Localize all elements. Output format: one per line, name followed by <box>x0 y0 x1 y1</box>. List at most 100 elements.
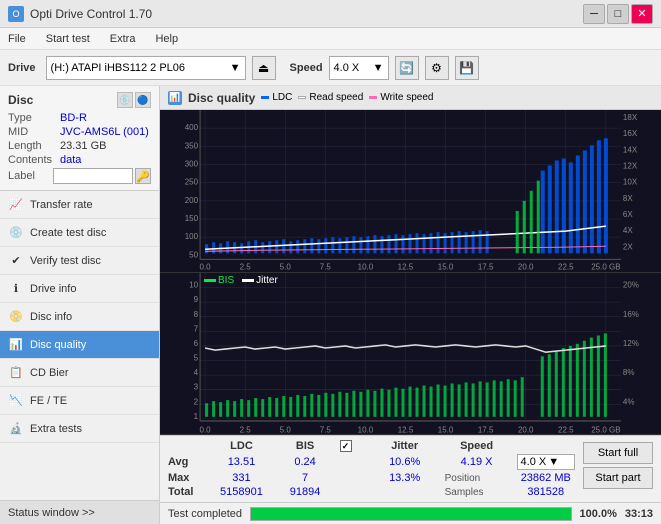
close-button[interactable]: ✕ <box>631 4 653 24</box>
jitter-checkbox[interactable]: ✓ <box>340 440 352 452</box>
svg-text:7.5: 7.5 <box>320 262 332 271</box>
svg-text:12.5: 12.5 <box>398 262 414 271</box>
max-spacer <box>336 471 369 485</box>
nav-transfer-rate[interactable]: 📈 Transfer rate <box>0 191 159 219</box>
svg-text:8: 8 <box>194 309 199 318</box>
svg-text:5.0: 5.0 <box>280 262 292 271</box>
svg-text:2: 2 <box>194 397 199 406</box>
mid-value: JVC-AMS6L (001) <box>60 126 149 138</box>
refresh-button[interactable]: 🔄 <box>395 56 419 80</box>
svg-text:200: 200 <box>185 196 199 205</box>
svg-text:22.5: 22.5 <box>558 425 574 434</box>
col-header-empty <box>164 439 208 453</box>
svg-text:5.0: 5.0 <box>280 425 292 434</box>
svg-text:16X: 16X <box>623 129 638 138</box>
label-icon-btn[interactable]: 🔑 <box>135 168 151 184</box>
svg-text:25.0 GB: 25.0 GB <box>591 262 620 271</box>
total-jitter-empty <box>369 485 441 499</box>
nav-verify-test-disc[interactable]: ✔ Verify test disc <box>0 247 159 275</box>
speed-label: Speed <box>290 62 323 74</box>
menu-start-test[interactable]: Start test <box>42 31 94 47</box>
svg-text:7: 7 <box>194 324 199 333</box>
drive-info-icon: ℹ <box>8 281 24 297</box>
progress-area: Test completed 100.0% 33:13 <box>160 502 661 524</box>
max-position-val: 23862 MB <box>513 471 579 485</box>
nav-disc-quality[interactable]: 📊 Disc quality <box>0 331 159 359</box>
avg-label: Avg <box>164 453 208 471</box>
transfer-rate-icon: 📈 <box>8 197 24 213</box>
app-title: Opti Drive Control 1.70 <box>30 7 152 21</box>
legend-read-speed: Read speed <box>298 92 363 103</box>
svg-text:2X: 2X <box>623 242 633 251</box>
create-test-disc-icon: 💿 <box>8 225 24 241</box>
col-header-ldc: LDC <box>208 439 274 453</box>
nav-cd-bier[interactable]: 📋 CD Bier <box>0 359 159 387</box>
type-label: Type <box>8 112 60 124</box>
col-header-speed-val <box>513 439 579 453</box>
ldc-legend-label: LDC <box>272 92 292 103</box>
max-bis: 7 <box>275 471 336 485</box>
drive-selector[interactable]: (H:) ATAPI iHBS112 2 PL06 ▼ <box>46 56 246 80</box>
title-bar: O Opti Drive Control 1.70 ─ □ ✕ <box>0 0 661 28</box>
nav-extra-tests[interactable]: 🔬 Extra tests <box>0 415 159 443</box>
speed-selector[interactable]: 4.0 X ▼ <box>329 56 389 80</box>
stats-bar: LDC BIS ✓ Jitter Speed <box>160 435 661 502</box>
svg-text:400: 400 <box>185 123 199 132</box>
cd-bier-label: CD Bier <box>30 367 69 379</box>
length-label: Length <box>8 140 60 152</box>
status-window-button[interactable]: Status window >> <box>0 500 159 524</box>
disc-panel: Disc 💿 🔵 Type BD-R MID JVC-AMS6L (001) L… <box>0 86 159 191</box>
save-button[interactable]: 💾 <box>455 56 479 80</box>
contents-value: data <box>60 154 81 166</box>
svg-text:17.5: 17.5 <box>478 262 494 271</box>
svg-text:15.0: 15.0 <box>438 262 454 271</box>
start-full-button[interactable]: Start full <box>583 442 653 464</box>
maximize-button[interactable]: □ <box>607 4 629 24</box>
transfer-rate-label: Transfer rate <box>30 199 93 211</box>
menu-file[interactable]: File <box>4 31 30 47</box>
charts-container: 400 350 300 250 200 150 100 50 18X 16X 1… <box>160 110 661 435</box>
settings-button[interactable]: ⚙ <box>425 56 449 80</box>
app-icon: O <box>8 6 24 22</box>
nav-create-test-disc[interactable]: 💿 Create test disc <box>0 219 159 247</box>
nav-drive-info[interactable]: ℹ Drive info <box>0 275 159 303</box>
drive-value: (H:) ATAPI iHBS112 2 PL06 <box>51 62 230 74</box>
fe-te-icon: 📉 <box>8 393 24 409</box>
start-part-button[interactable]: Start part <box>583 467 653 489</box>
write-speed-legend-color <box>369 96 377 99</box>
avg-ldc: 13.51 <box>208 453 274 471</box>
length-value: 23.31 GB <box>60 140 106 152</box>
read-speed-legend-label: Read speed <box>309 92 363 103</box>
svg-text:25.0 GB: 25.0 GB <box>591 425 621 434</box>
nav-fe-te[interactable]: 📉 FE / TE <box>0 387 159 415</box>
menu-help[interactable]: Help <box>151 31 182 47</box>
label-input[interactable] <box>53 168 133 184</box>
svg-text:300: 300 <box>185 159 199 168</box>
lower-chart-svg: 10 9 8 7 6 5 4 3 2 1 20% 16% <box>160 273 661 435</box>
svg-text:7.5: 7.5 <box>320 425 332 434</box>
svg-text:6X: 6X <box>623 210 633 219</box>
svg-text:0.0: 0.0 <box>200 262 212 271</box>
menu-extra[interactable]: Extra <box>106 31 140 47</box>
progress-bar-container <box>250 507 572 521</box>
status-window-label: Status window >> <box>8 507 95 519</box>
jitter-legend-label: Jitter <box>256 275 278 286</box>
svg-text:20%: 20% <box>623 280 639 289</box>
verify-test-disc-icon: ✔ <box>8 253 24 269</box>
nav-disc-info[interactable]: 📀 Disc info <box>0 303 159 331</box>
stats-row-total: Total 5158901 91894 Samples 381528 <box>164 485 579 499</box>
col-header-spacer: ✓ <box>336 439 369 453</box>
extra-tests-icon: 🔬 <box>8 421 24 437</box>
max-jitter: 13.3% <box>369 471 441 485</box>
eject-button[interactable]: ⏏ <box>252 56 276 80</box>
jitter-legend-color <box>242 279 254 282</box>
svg-text:4%: 4% <box>623 397 635 406</box>
speed-display[interactable]: 4.0 X ▼ <box>517 454 575 470</box>
mid-label: MID <box>8 126 60 138</box>
write-speed-legend-label: Write speed <box>380 92 433 103</box>
minimize-button[interactable]: ─ <box>583 4 605 24</box>
upper-chart-svg: 400 350 300 250 200 150 100 50 18X 16X 1… <box>160 110 661 272</box>
cd-bier-icon: 📋 <box>8 365 24 381</box>
ldc-legend-color <box>261 96 269 99</box>
svg-text:10.0: 10.0 <box>358 425 374 434</box>
